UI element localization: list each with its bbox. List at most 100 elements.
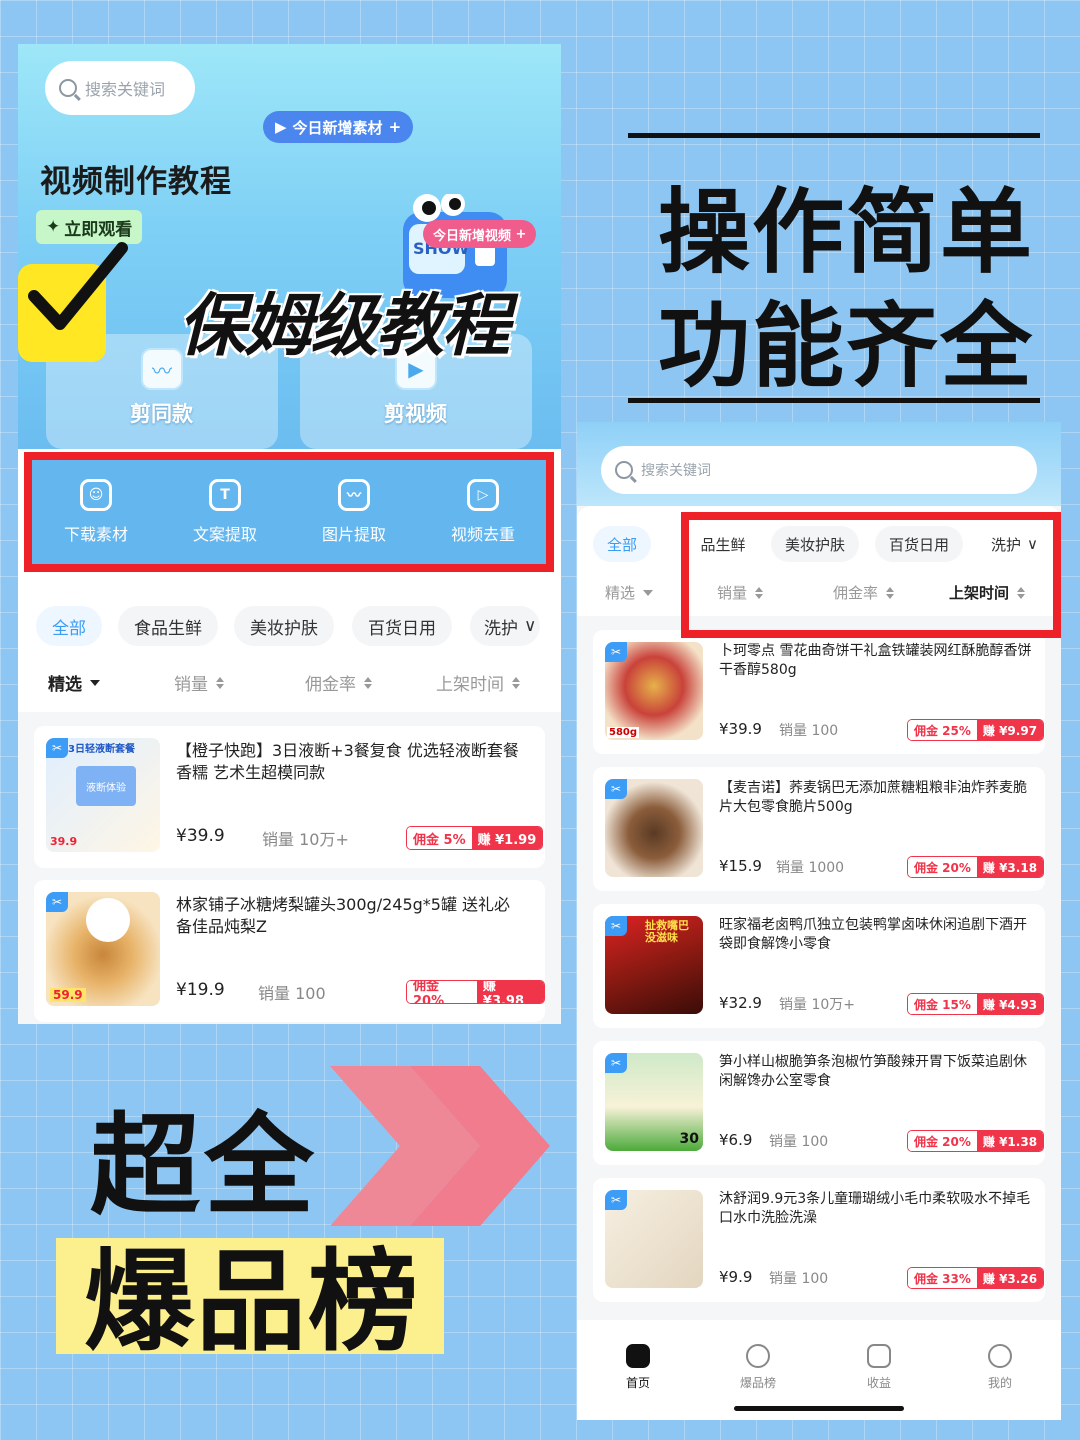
cut-icon: ✂: [605, 1053, 627, 1073]
search-placeholder: 搜索关键词: [85, 80, 166, 99]
filter-commission[interactable]: 佣金率: [305, 670, 372, 695]
cut-icon: ✂: [605, 916, 627, 936]
product-price: ¥15.9: [719, 857, 762, 875]
video-dedupe-icon: ▷: [467, 479, 499, 511]
commission-badge: 佣金 20% 赚 ¥3.98: [406, 980, 545, 1004]
product-price: ¥9.9: [719, 1268, 753, 1286]
cut-icon: ✂: [605, 1190, 627, 1210]
product-title: 笋小样山椒脆笋条泡椒竹笋酸辣开胃下饭菜追剧休闲解馋办公室零食: [719, 1054, 1027, 1089]
chip-all[interactable]: 全部: [593, 526, 651, 562]
product-price: ¥19.9: [176, 980, 225, 1000]
product-card[interactable]: ✂ 580g 卜珂零点 雪花曲奇饼干礼盒铁罐装网红酥脆醇香饼干香醇580g ¥39…: [593, 630, 1045, 754]
product-image: ✂ 扯救嘴巴没滋味: [605, 916, 703, 1014]
chip-daily[interactable]: 百货日用: [352, 606, 452, 646]
caret-down-icon: [643, 589, 654, 596]
wave-icon: 〰: [141, 348, 183, 390]
product-image: ✂ 3日轻液断套餐 液断体验 39.9: [46, 738, 160, 852]
product-card[interactable]: ✂ 30 笋小样山椒脆笋条泡椒竹笋酸辣开胃下饭菜追剧休闲解馋办公室零食 ¥6.9 …: [593, 1041, 1045, 1165]
chip-wash[interactable]: 洗护 ∨: [470, 606, 540, 646]
filter-featured[interactable]: 精选: [48, 670, 100, 695]
slogan-text: 保姆级教程: [178, 287, 510, 366]
product-card[interactable]: ✂ 扯救嘴巴没滋味 旺家福老卤鸭爪独立包装鸭掌卤味休闲追剧下酒开袋即食解馋小零食 …: [593, 904, 1045, 1028]
product-image: ✂ 580g: [605, 642, 703, 740]
product-sales: 销量 100: [258, 984, 326, 1003]
sort-icon: [512, 676, 520, 689]
product-price: ¥6.9: [719, 1131, 753, 1149]
new-material-bubble: ▶ 今日新增素材 +: [263, 111, 414, 143]
product-image: ✂ 30: [605, 1053, 703, 1151]
chip-beauty[interactable]: 美妆护肤: [234, 606, 334, 646]
product-card[interactable]: ✂ 59.9 林家铺子冰糖烤梨罐头300g/245g*5罐 送礼必备佳品炖梨Z …: [34, 880, 545, 1022]
tab-earnings[interactable]: 收益: [839, 1344, 919, 1391]
tab-hot-list[interactable]: 爆品榜: [718, 1344, 798, 1391]
commission-badge: 佣金 20% 赚 ¥3.18: [907, 856, 1045, 878]
home-icon: [626, 1344, 650, 1368]
tab-home[interactable]: 首页: [598, 1344, 678, 1391]
product-sales: 销量 100: [779, 723, 839, 739]
download-icon: ☺: [80, 479, 112, 511]
commission-badge: 佣金 33% 赚 ¥3.26: [907, 1267, 1045, 1289]
product-image: ✂: [605, 779, 703, 877]
product-sales: 销量 100: [769, 1271, 829, 1287]
tool-image-extract[interactable]: 〰图片提取: [290, 460, 418, 564]
filter-time[interactable]: 上架时间: [436, 670, 520, 695]
product-price: ¥39.9: [176, 826, 225, 846]
chip-food[interactable]: 食品生鲜: [118, 606, 218, 646]
cut-icon: ✂: [46, 892, 68, 912]
search-placeholder: 搜索关键词: [641, 463, 711, 479]
caret-down-icon: [90, 679, 100, 686]
bottom-tab-bar: 首页 爆品榜 收益 我的: [577, 1320, 1061, 1420]
product-sales: 销量 10万+: [262, 830, 349, 849]
category-bar: 全部 食品生鲜 美妆护肤 百货日用 洗护 ∨ 精选 销量 佣金率 上架时间: [18, 584, 561, 714]
sort-icon: [364, 676, 372, 689]
cut-icon: ✂: [605, 642, 627, 662]
product-sales: 销量 100: [769, 1134, 829, 1150]
checkmark-icon: [28, 242, 128, 330]
commission-badge: 佣金 25% 赚 ¥9.97: [907, 719, 1045, 741]
search-icon: [59, 79, 77, 97]
product-sales: 销量 1000: [776, 860, 845, 876]
product-card[interactable]: ✂ 沐舒润9.9元3条儿童珊瑚绒小毛巾柔软吸水不掉毛口水巾洗脸洗澡 ¥9.9 销…: [593, 1178, 1045, 1302]
chevron-down-icon: ∨: [524, 616, 537, 636]
product-card[interactable]: ✂ 【麦吉诺】荞麦锅巴无添加蔗糖粗粮非油炸荞麦脆片大包零食脆片500g ¥15.…: [593, 767, 1045, 891]
product-list: ✂ 3日轻液断套餐 液断体验 39.9 【橙子快跑】3日液断+3餐复食 优选轻液…: [18, 712, 561, 1024]
product-price: ¥32.9: [719, 994, 762, 1012]
product-card[interactable]: ✂ 3日轻液断套餐 液断体验 39.9 【橙子快跑】3日液断+3餐复食 优选轻液…: [34, 726, 545, 868]
product-price: ¥39.9: [719, 720, 762, 738]
play-icon: ▶: [275, 118, 287, 136]
tool-text-extract[interactable]: T 文案提取: [161, 460, 289, 564]
home-indicator: [734, 1406, 904, 1411]
filter-highlight-frame: [681, 512, 1061, 638]
filter-featured[interactable]: 精选: [605, 582, 654, 603]
search-icon: [615, 461, 633, 479]
commission-badge: 佣金 5% 赚 ¥1.99: [406, 826, 544, 850]
smile-icon: [988, 1344, 1012, 1368]
search-input[interactable]: 搜索关键词: [601, 446, 1037, 494]
hero-title: 视频制作教程: [40, 164, 232, 200]
chip-all[interactable]: 全部: [36, 606, 102, 646]
tool-download[interactable]: ☺ 下载素材: [32, 460, 160, 564]
new-video-bubble: 今日新增视频 +: [423, 220, 537, 248]
product-sales: 销量 10万+: [779, 997, 855, 1013]
commission-badge: 佣金 20% 赚 ¥1.38: [907, 1130, 1045, 1152]
product-image: ✂ 59.9: [46, 892, 160, 1006]
search-input[interactable]: 搜索关键词: [45, 61, 195, 115]
product-title: 卜珂零点 雪花曲奇饼干礼盒铁罐装网红酥脆醇香饼干香醇580g: [719, 643, 1032, 678]
product-title: 林家铺子冰糖烤梨罐头300g/245g*5罐 送礼必备佳品炖梨Z: [176, 895, 511, 936]
tool-video-dedupe[interactable]: ▷ 视频去重: [419, 460, 547, 564]
double-chevron-icon: [330, 1066, 550, 1226]
tools-highlight-frame: ☺ 下载素材 T 文案提取 〰图片提取 ▷ 视频去重: [24, 452, 554, 572]
product-title: 【橙子快跑】3日液断+3餐复食 优选轻液断套餐 香糯 艺术生超模同款: [176, 741, 519, 782]
product-title: 【麦吉诺】荞麦锅巴无添加蔗糖粗粮非油炸荞麦脆片大包零食脆片500g: [719, 780, 1027, 815]
promo-line-2: 爆品榜: [84, 1238, 420, 1366]
divider-bottom: [628, 398, 1040, 403]
product-image: ✂: [605, 1190, 703, 1288]
text-icon: T: [209, 479, 241, 511]
headline-line-2: 功能齐全: [658, 293, 1035, 400]
wallet-icon: [867, 1344, 891, 1368]
filter-sales[interactable]: 销量: [174, 670, 224, 695]
product-title: 沐舒润9.9元3条儿童珊瑚绒小毛巾柔软吸水不掉毛口水巾洗脸洗澡: [719, 1191, 1031, 1226]
cut-icon: ✂: [46, 738, 68, 758]
tab-mine[interactable]: 我的: [960, 1344, 1040, 1391]
sort-icon: [216, 676, 224, 689]
